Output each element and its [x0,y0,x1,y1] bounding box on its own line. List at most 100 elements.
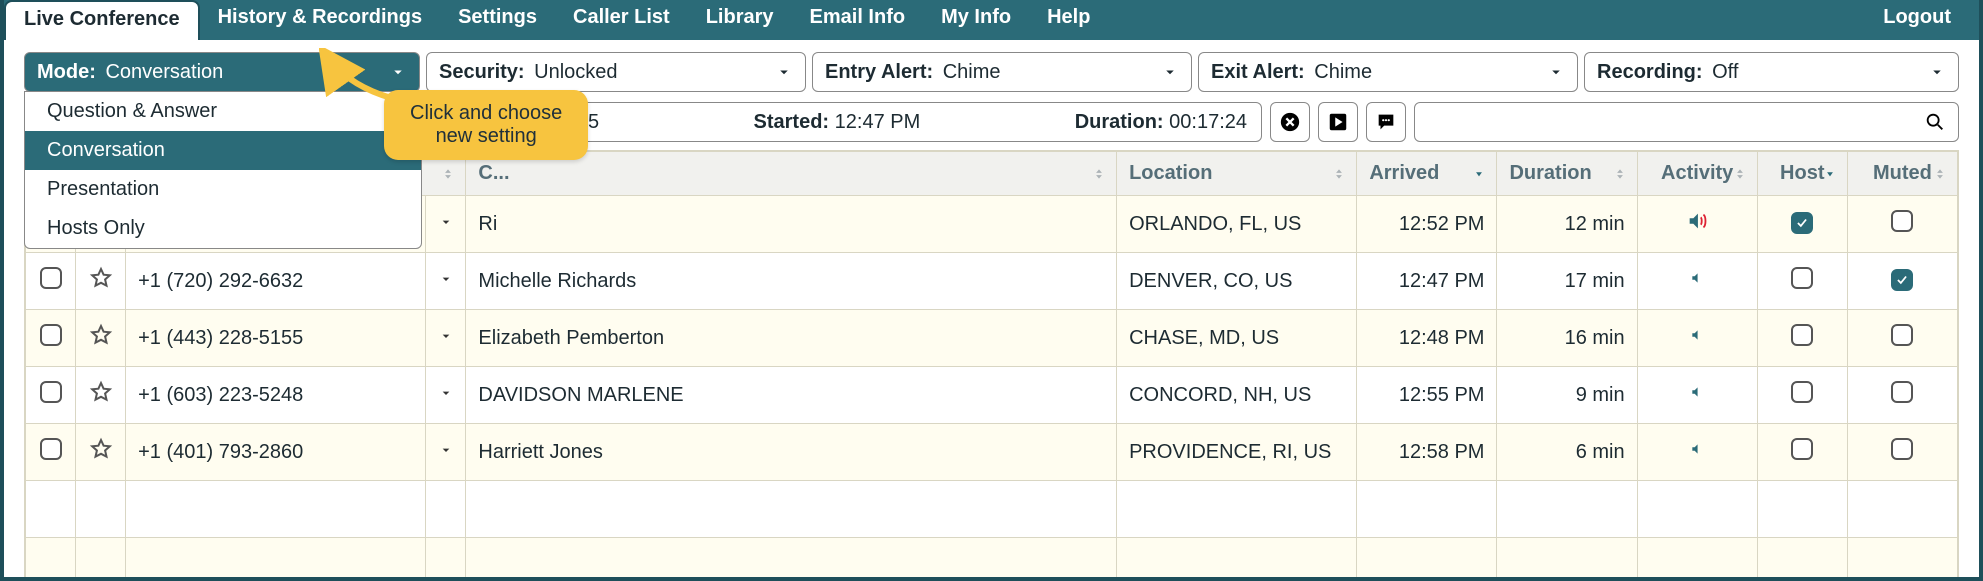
play-icon [1327,111,1349,133]
speaker-icon [1690,383,1704,401]
cell-activity [1637,424,1757,481]
checkbox[interactable] [1791,212,1813,234]
cell-arrived: 12:52 PM [1357,196,1497,253]
table-row[interactable]: +1 (603) 223-5248 DAVIDSON MARLENE CONCO… [26,367,1958,424]
checkbox[interactable] [1791,381,1813,403]
tab-help[interactable]: Help [1029,0,1108,40]
checkbox[interactable] [1891,324,1913,346]
chevron-down-icon[interactable] [438,385,454,401]
search-icon [1924,111,1946,133]
checkbox[interactable] [1891,210,1913,232]
sort-down-icon [1823,167,1837,181]
cell-name: DAVIDSON MARLENE [466,367,1117,424]
checkbox[interactable] [40,438,62,460]
tab-history[interactable]: History & Recordings [200,0,440,40]
mode-value: Conversation [105,61,223,83]
checkbox[interactable] [40,381,62,403]
table-row[interactable]: +1 (443) 228-5155 Elizabeth Pemberton CH… [26,310,1958,367]
chevron-down-icon [1547,63,1565,81]
security-value: Unlocked [534,61,617,83]
col-duration[interactable]: Duration [1497,152,1637,196]
tab-email-info[interactable]: Email Info [792,0,924,40]
recording-value: Off [1712,61,1738,83]
started-time: Started: 12:47 PM [754,111,921,134]
chevron-down-icon[interactable] [438,442,454,458]
sort-down-icon [1472,167,1486,181]
mode-option-hosts-only[interactable]: Hosts Only [25,209,421,248]
chevron-down-icon[interactable] [438,271,454,287]
cell-host [1757,196,1847,253]
star-icon[interactable] [89,266,113,290]
security-label: Security: [439,61,525,83]
recording-label: Recording: [1597,61,1703,83]
col-activity[interactable]: Activity [1637,152,1757,196]
cell-duration: 12 min [1497,196,1637,253]
cell-arrived: 12:58 PM [1357,424,1497,481]
checkbox[interactable] [40,267,62,289]
security-dropdown[interactable]: Security: Unlocked [426,52,806,92]
sort-icon [1933,167,1947,181]
cell-arrived: 12:55 PM [1357,367,1497,424]
callout-line2: new setting [410,125,562,148]
cell-muted [1847,253,1957,310]
cell-location: DENVER, CO, US [1117,253,1357,310]
chat-button[interactable] [1366,102,1406,142]
annotation-arrow [319,48,409,108]
sort-icon [1092,167,1106,181]
chevron-down-icon[interactable] [438,328,454,344]
cell-muted [1847,424,1957,481]
cell-caller: +1 (443) 228-5155 [126,310,426,367]
exit-alert-dropdown[interactable]: Exit Alert: Chime [1198,52,1578,92]
chevron-down-icon[interactable] [438,214,454,230]
star-icon[interactable] [89,323,113,347]
checkbox[interactable] [1791,267,1813,289]
cell-host [1757,367,1847,424]
entry-alert-dropdown[interactable]: Entry Alert: Chime [812,52,1192,92]
col-muted[interactable]: Muted [1847,152,1957,196]
star-icon[interactable] [89,437,113,461]
mode-option-conversation[interactable]: Conversation [25,131,421,170]
table-row[interactable]: +1 (720) 292-6632 Michelle Richards DENV… [26,253,1958,310]
checkbox[interactable] [1791,438,1813,460]
table-row[interactable]: +1 (401) 793-2860 Harriett Jones PROVIDE… [26,424,1958,481]
cell-location: CHASE, MD, US [1117,310,1357,367]
cell-activity [1637,196,1757,253]
tab-my-info[interactable]: My Info [923,0,1029,40]
close-button[interactable] [1270,102,1310,142]
sort-icon [1613,167,1627,181]
close-circle-icon [1279,111,1301,133]
cell-muted [1847,367,1957,424]
cell-arrived: 12:47 PM [1357,253,1497,310]
tab-library[interactable]: Library [688,0,792,40]
chevron-down-icon [1161,63,1179,81]
tab-caller-list[interactable]: Caller List [555,0,688,40]
tab-settings[interactable]: Settings [440,0,555,40]
search-input[interactable] [1414,102,1959,142]
checkbox[interactable] [1891,269,1913,291]
cell-host [1757,424,1847,481]
sort-icon [1332,167,1346,181]
checkbox[interactable] [40,324,62,346]
col-arrived[interactable]: Arrived [1357,152,1497,196]
tab-live-conference[interactable]: Live Conference [4,0,200,40]
speaker-icon [1690,440,1704,458]
col-host[interactable]: Host [1757,152,1847,196]
tab-logout[interactable]: Logout [1865,0,1979,40]
cell-caller: +1 (401) 793-2860 [126,424,426,481]
top-tabbar: Live Conference History & Recordings Set… [4,0,1979,40]
cell-host [1757,310,1847,367]
star-icon[interactable] [89,380,113,404]
recording-dropdown[interactable]: Recording: Off [1584,52,1959,92]
play-button[interactable] [1318,102,1358,142]
status-infobar: Callers: 5 Started: 12:47 PM Duration: 0… [494,102,1262,142]
speaker-icon [1690,326,1704,344]
cell-duration: 9 min [1497,367,1637,424]
checkbox[interactable] [1791,324,1813,346]
cell-duration: 16 min [1497,310,1637,367]
table-row-empty [26,538,1958,581]
col-location[interactable]: Location [1117,152,1357,196]
checkbox[interactable] [1891,381,1913,403]
checkbox[interactable] [1891,438,1913,460]
mode-option-presentation[interactable]: Presentation [25,170,421,209]
cell-arrived: 12:48 PM [1357,310,1497,367]
